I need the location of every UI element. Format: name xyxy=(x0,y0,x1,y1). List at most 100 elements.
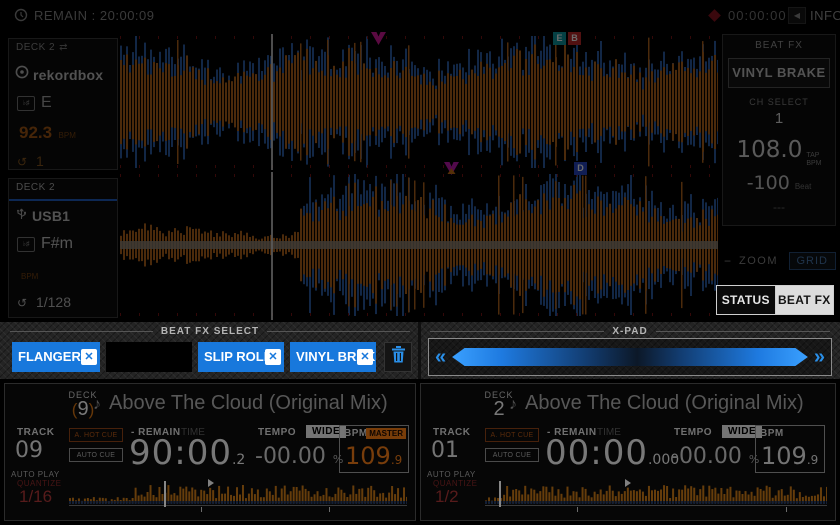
deck-panel-title: DECK 2 xyxy=(9,179,117,201)
minimap-playhead xyxy=(164,481,166,507)
track-overview-minimap[interactable] xyxy=(485,481,827,507)
tempo-label: TEMPO xyxy=(258,427,296,438)
fx-slot-empty[interactable] xyxy=(106,342,192,372)
loop-icon: ↺ xyxy=(17,296,27,310)
bpm-unit: BPM xyxy=(59,131,76,140)
track-key: E xyxy=(41,94,52,112)
fx-slot-flanger[interactable]: FLANGER ✕ xyxy=(12,342,100,372)
fx-slot-vinyl-brake[interactable]: VINYL BRAKE ✕ xyxy=(290,342,376,372)
deck-panel-title: DECK 2⇄ xyxy=(9,39,117,59)
bpm-label: BPM xyxy=(760,428,784,439)
remove-fx-icon[interactable]: ✕ xyxy=(265,349,281,365)
source-row: USB1 xyxy=(9,201,117,225)
tempo-label: TEMPO xyxy=(674,427,712,438)
ch-select-value[interactable]: 1 xyxy=(723,110,835,127)
cdj-screen: REMAIN : 20:00:09 00:00:00 ◀ INFO DECK 2… xyxy=(0,0,840,525)
xpad-bar[interactable] xyxy=(452,348,808,366)
info-button[interactable]: INFO xyxy=(810,8,840,23)
delete-fx-button[interactable] xyxy=(384,342,412,372)
track-title: ♪Above The Cloud (Original Mix) xyxy=(93,392,388,415)
beatfx-panel: BEAT FX VINYL BRAKE CH SELECT 1 108.0 TA… xyxy=(722,34,836,226)
tab-status[interactable]: STATUS xyxy=(717,286,775,314)
effect-param-unit: Beat xyxy=(795,182,811,191)
ch-select-label: CH SELECT xyxy=(723,97,835,107)
hot-cue-badge: E xyxy=(553,32,566,45)
cue-point-icon xyxy=(208,479,214,487)
grid-button[interactable]: GRID xyxy=(789,252,837,270)
bpm-display: BPM MASTER 109.9 xyxy=(339,425,409,473)
quantize-value: 1/16 xyxy=(19,487,52,507)
master-clock: 00:00:00 xyxy=(728,8,787,23)
usb-icon xyxy=(15,207,28,225)
display-select-icon[interactable]: ◀ xyxy=(788,7,806,24)
autoplay-label: AUTO PLAY xyxy=(427,470,476,479)
phrase-tick xyxy=(201,507,202,512)
zoom-grid-row: − ZOOM GRID xyxy=(724,251,836,271)
time-display: 00:00.000 xyxy=(545,433,679,473)
track-overview-minimap[interactable] xyxy=(69,481,407,507)
key-row: ♭♯ E xyxy=(9,84,117,112)
music-note-icon: ♪ xyxy=(93,396,101,413)
xpad[interactable]: « » xyxy=(428,338,832,376)
bpm-unit: BPM xyxy=(21,272,38,281)
bpm-row: 92.3 BPM xyxy=(9,112,117,143)
cue-point-icon xyxy=(625,479,631,487)
phrase-tick xyxy=(786,507,787,512)
remove-fx-icon[interactable]: ✕ xyxy=(81,349,97,365)
beatfx-select-header: BEAT FX SELECT xyxy=(10,326,410,337)
section-divider xyxy=(418,322,421,379)
track-number: 01 xyxy=(431,438,459,463)
hot-cue-badge: B xyxy=(568,32,581,45)
fx-slot-slip-roll[interactable]: SLIP ROLL ✕ xyxy=(198,342,284,372)
beatfx-name[interactable]: VINYL BRAKE xyxy=(728,58,830,88)
track-label: TRACK xyxy=(17,427,55,438)
source-name: USB1 xyxy=(32,208,70,224)
phrase-tick xyxy=(577,507,578,512)
trash-icon xyxy=(391,346,406,368)
autoplay-label: AUTO PLAY xyxy=(11,470,60,479)
phrase-tick xyxy=(329,507,330,512)
bpm-display: BPM 109.9 xyxy=(755,425,825,473)
cue-marker-icon xyxy=(444,162,459,180)
deck2-playhead xyxy=(271,172,273,320)
hot-cue-badge: D xyxy=(574,162,587,175)
effect-param-row: -100 Beat xyxy=(723,172,835,194)
effect-bpm: 108.0 xyxy=(736,137,802,163)
deck-info-panel-2[interactable]: DECK 2 USB1 ♭♯ F#m BPM ↺ 1/128 xyxy=(8,178,118,318)
source-name: rekordbox xyxy=(33,67,103,83)
hot-cue-indicator: A. HOT CUE xyxy=(69,428,123,442)
source-row: rekordbox xyxy=(9,59,117,84)
deck-info-panel-1[interactable]: DECK 2⇄ rekordbox ♭♯ E 92.3 BPM ↺ 1 xyxy=(8,38,118,170)
loop-icon: ↺ xyxy=(17,155,27,169)
remove-fx-icon[interactable]: ✕ xyxy=(357,349,373,365)
zoom-label[interactable]: ZOOM xyxy=(739,255,778,267)
loop-row: ↺ 1/128 xyxy=(9,284,117,310)
music-note-icon: ♪ xyxy=(509,396,517,413)
bpm-value: 109.9 xyxy=(761,442,818,470)
loop-length: 1 xyxy=(36,153,44,169)
track-key: F#m xyxy=(41,235,73,253)
tempo-value: -00.00 % xyxy=(255,444,343,469)
xpad-left-chevron-icon[interactable]: « xyxy=(429,347,452,367)
tab-beatfx[interactable]: BEAT FX xyxy=(775,286,834,314)
remain-time: REMAIN : 20:00:09 xyxy=(34,8,155,23)
bpm-label: BPM xyxy=(344,428,368,439)
auto-cue-indicator: AUTO CUE xyxy=(69,448,123,462)
effect-param2-value: --- xyxy=(723,200,835,214)
tap-bpm-unit: TAPBPM xyxy=(806,152,821,168)
clock-icon xyxy=(14,8,28,27)
quantize-value: 1/2 xyxy=(435,487,459,507)
bpm-row: BPM xyxy=(9,253,117,284)
xpad-right-chevron-icon[interactable]: » xyxy=(808,347,831,367)
waveform-area: EB D xyxy=(120,30,718,322)
top-bar: REMAIN : 20:00:09 00:00:00 ◀ INFO xyxy=(0,0,840,30)
zoom-out-button[interactable]: − xyxy=(724,254,731,268)
deck-status-panel-left: DECK (9) ♪Above The Cloud (Original Mix)… xyxy=(4,383,416,521)
xpad-header: X-PAD xyxy=(430,326,830,337)
beatfx-select-bar: BEAT FX SELECT X-PAD FLANGER ✕ SLIP ROLL… xyxy=(0,320,840,382)
hot-cue-indicator: A. HOT CUE xyxy=(485,428,539,442)
loop-row: ↺ 1 xyxy=(9,143,117,169)
rekordbox-logo-icon xyxy=(15,65,29,84)
master-badge: MASTER xyxy=(366,428,406,439)
track-label: TRACK xyxy=(433,427,471,438)
